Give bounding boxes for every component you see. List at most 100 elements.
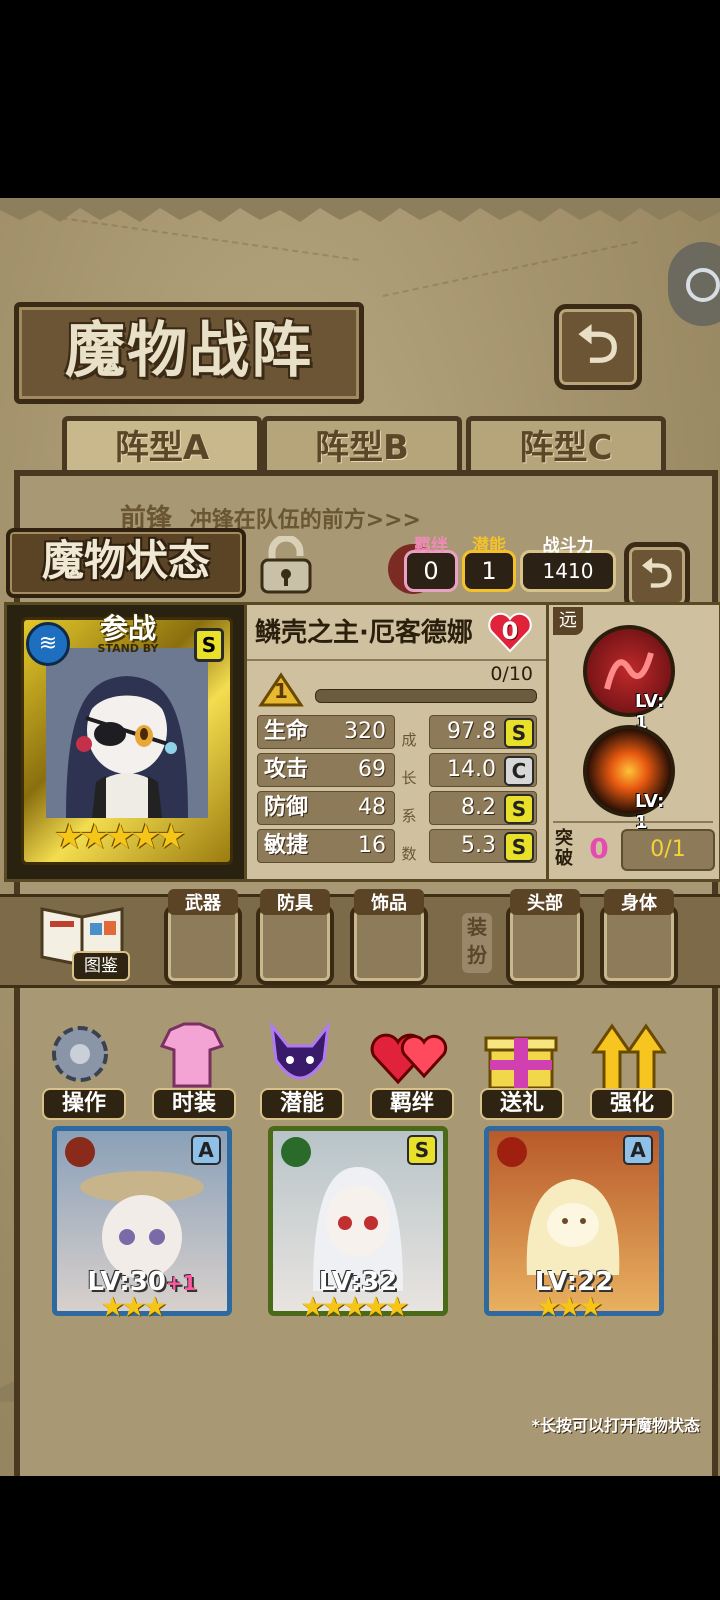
slot-accessory[interactable]: 饰品 [350,889,428,985]
standby-banner: 参战 STAND BY [68,614,188,655]
stat-value: 16 [358,833,386,858]
slot-armor[interactable]: 防具 [256,889,334,985]
bond-counter[interactable]: 羁绊 0 [404,536,458,592]
back-button[interactable]: ⮌ [554,304,642,390]
growth-grade-badge: S [504,718,534,748]
gift-button[interactable]: 送礼 [478,1016,566,1120]
team-card-3[interactable]: A LV:22 [484,1126,664,1316]
team-card-2[interactable]: S LV:32 [268,1126,448,1316]
operate-button[interactable]: 操作 [40,1016,128,1120]
assistive-touch-button[interactable] [668,242,720,326]
codex-label: 图鉴 [72,951,130,981]
back-arrow-icon: ⮌ [640,551,674,597]
upgrade-button[interactable]: 强化 [588,1016,676,1120]
growth-field: 97.8 S [429,715,537,749]
back-arrow-icon: ⮌ [577,315,619,375]
stat-row-defense: 防御 48 8.2 S [257,791,537,825]
menu-label: 操作 [42,1088,126,1120]
monster-name: 鳞壳之主·厄客德娜 [255,618,473,648]
growth-grade-badge: C [504,756,534,786]
growth-value: 14.0 [447,757,496,782]
potential-button[interactable]: 潜能 [258,1016,346,1120]
potential-label: 潜能 [472,536,506,556]
skills-panel: 远 LV: 1 LV: 1 突破 0 0/1 [546,602,720,882]
potential-counter[interactable]: 潜能 1 [462,536,516,592]
slot-head[interactable]: 头部 [506,889,584,985]
tab-formation-c[interactable]: 阵型C [466,416,666,475]
serpent-skill-icon[interactable]: LV: 1 [583,625,675,733]
card-frame: 参战 STAND BY ≋ S ★★★★★ [21,614,233,865]
dress-label: 装扮 [462,913,492,973]
stat-field: 敏捷 16 [257,829,395,863]
stat-label: 防御 [264,795,309,820]
exp-bar [315,689,537,703]
slot-label: 武器 [168,889,238,915]
exp-text: 0/10 [490,663,533,685]
level-badge: 1 [257,671,305,709]
outfit-button[interactable]: 时装 [150,1016,238,1120]
level-value: 1 [274,679,288,703]
monster-status-title: 魔物状态 [6,528,246,598]
stat-value: 69 [358,757,386,782]
long-press-hint: *长按可以打开魔物状态 [531,1416,700,1435]
divider [247,659,547,661]
codex-button[interactable]: 图鉴 [34,899,130,981]
breakthrough-label: 突破 [555,828,573,869]
monster-card[interactable]: 参战 STAND BY ≋ S ★★★★★ [4,602,248,882]
team-card-1[interactable]: A LV:30+1 [52,1126,232,1316]
menu-label: 羁绊 [370,1088,454,1120]
bond-value: 0 [423,557,439,585]
unlock-icon[interactable] [256,534,316,594]
stat-label: 敏捷 [264,833,309,858]
gift-icon [484,1036,558,1090]
stat-label: 生命 [264,719,309,744]
stat-field: 生命 320 [257,715,395,749]
monster-portrait [46,648,208,818]
power-label: 战斗力 [542,536,594,556]
growth-value: 8.2 [461,795,496,820]
tab-formation-a[interactable]: 阵型A [62,416,262,475]
stat-field: 攻击 69 [257,753,395,787]
torn-edge-top [0,198,720,222]
team-card-1-stars: ★★★ [100,1290,167,1323]
growth-label: 成长系数 [401,731,417,863]
slot-label: 饰品 [354,889,424,915]
water-element-icon: ≋ [26,622,70,666]
stat-row-hp: 生命 320 97.8 S [257,715,537,749]
range-label: 远 [553,607,583,635]
breakthrough-progress: 0/1 [621,829,715,871]
divider [553,821,713,823]
heart-badge[interactable]: 0 [487,611,533,653]
slot-weapon[interactable]: 武器 [164,889,242,985]
combat-power: 战斗力 1410 [520,536,616,592]
growth-value: 97.8 [447,719,496,744]
upgrade-arrows-icon [591,1023,667,1092]
heart-count: 0 [501,617,519,645]
hearts-icon [370,1033,448,1085]
stat-field: 防御 48 [257,791,395,825]
menu-label: 强化 [590,1088,674,1120]
assistive-touch-icon [686,268,720,302]
growth-grade-badge: S [504,832,534,862]
status-back-button[interactable]: ⮌ [624,542,690,610]
game-screen: 魔物战阵 ⮌ 阵型A 阵型B 阵型C 前锋 冲锋在队伍的前方>>> 魔物状态 羁… [0,198,720,1476]
tab-formation-b[interactable]: 阵型B [262,416,462,475]
slot-body[interactable]: 身体 [600,889,678,985]
menu-label: 潜能 [260,1088,344,1120]
stat-row-attack: 攻击 69 14.0 C [257,753,537,787]
monster-info: 鳞壳之主·厄客德娜 0 1 0/10 生命 320 97.8 S 攻击 69 14.0… [244,602,550,882]
page-title: 魔物战阵 [14,302,364,404]
burst-skill-icon[interactable]: LV: 1 [583,725,675,833]
stat-label: 攻击 [264,757,309,782]
bond-button[interactable]: 羁绊 [368,1016,456,1120]
growth-field: 5.3 S [429,829,537,863]
stat-value: 48 [358,795,386,820]
growth-grade-badge: S [504,794,534,824]
team-card-2-stars: ★★★★★ [300,1290,409,1323]
potential-value: 1 [481,557,497,585]
rarity-stars: ★★★★★ [54,817,186,857]
outfit-icon [159,1022,225,1088]
map-path [61,217,359,261]
bond-label: 羁绊 [414,536,448,556]
growth-field: 8.2 S [429,791,537,825]
